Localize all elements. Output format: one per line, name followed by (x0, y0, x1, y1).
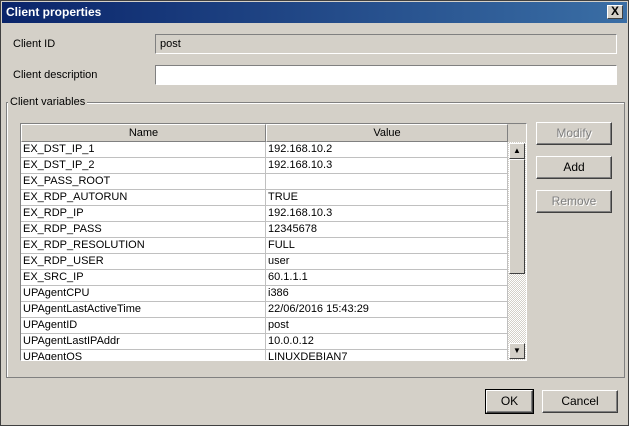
table-header: Name Value (21, 124, 508, 142)
table-row[interactable]: UPAgentCPU i386 (21, 286, 508, 302)
table-row[interactable]: UPAgentLastActiveTime 22/06/2016 15:43:29 (21, 302, 508, 318)
cancel-button[interactable]: Cancel (542, 390, 618, 413)
variable-name-cell: EX_RDP_RESOLUTION (21, 238, 266, 254)
scroll-down-icon[interactable]: ▼ (509, 343, 525, 359)
variable-name-cell: EX_DST_IP_1 (21, 142, 266, 158)
client-id-field: post (155, 34, 617, 54)
variable-value-cell: LINUXDEBIAN7 (266, 350, 508, 360)
table-row[interactable]: EX_RDP_RESOLUTION FULL (21, 238, 508, 254)
column-header-value[interactable]: Value (266, 124, 508, 142)
table-row[interactable]: EX_SRC_IP 60.1.1.1 (21, 270, 508, 286)
variable-name-cell: UPAgentLastIPAddr (21, 334, 266, 350)
table-row[interactable]: EX_RDP_PASS 12345678 (21, 222, 508, 238)
variable-name-cell: UPAgentLastActiveTime (21, 302, 266, 318)
client-description-input[interactable] (155, 65, 617, 85)
variable-name-cell: EX_PASS_ROOT (21, 174, 266, 190)
table-row[interactable]: UPAgentLastIPAddr 10.0.0.12 (21, 334, 508, 350)
vertical-scrollbar[interactable]: ▲ ▼ (508, 124, 526, 360)
remove-button[interactable]: Remove (536, 190, 612, 213)
variable-value-cell: 10.0.0.12 (266, 334, 508, 350)
title-bar: Client properties X (2, 2, 627, 23)
variable-name-cell: UPAgentCPU (21, 286, 266, 302)
variables-table: Name Value EX_DST_IP_1 192.168.10.2 EX_DST… (20, 123, 527, 361)
variable-value-cell: 192.168.10.2 (266, 142, 508, 158)
variable-name-cell: EX_RDP_PASS (21, 222, 266, 238)
modify-button[interactable]: Modify (536, 122, 612, 145)
scrollbar-header-pad (508, 124, 526, 142)
table-row[interactable]: EX_RDP_IP 192.168.10.3 (21, 206, 508, 222)
table-row[interactable]: EX_DST_IP_2 192.168.10.3 (21, 158, 508, 174)
add-button[interactable]: Add (536, 156, 612, 179)
variable-value-cell: FULL (266, 238, 508, 254)
window-title: Client properties (6, 5, 102, 19)
variable-name-cell: EX_RDP_USER (21, 254, 266, 270)
variable-value-cell: 192.168.10.3 (266, 206, 508, 222)
variable-value-cell: user (266, 254, 508, 270)
variable-name-cell: EX_SRC_IP (21, 270, 266, 286)
table-row[interactable]: EX_PASS_ROOT (21, 174, 508, 190)
client-properties-dialog: Client properties X Client ID post Clien… (0, 0, 629, 426)
table-row[interactable]: UPAgentOS LINUXDEBIAN7 (21, 350, 508, 360)
variable-value-cell: 192.168.10.3 (266, 158, 508, 174)
client-description-label: Client description (13, 69, 98, 81)
ok-button[interactable]: OK (485, 389, 534, 414)
variable-value-cell (266, 174, 508, 190)
client-id-label: Client ID (13, 38, 56, 50)
table-row[interactable]: EX_DST_IP_1 192.168.10.2 (21, 142, 508, 158)
variable-name-cell: UPAgentID (21, 318, 266, 334)
table-row[interactable]: EX_RDP_USER user (21, 254, 508, 270)
table-row[interactable]: UPAgentID post (21, 318, 508, 334)
variable-value-cell: 60.1.1.1 (266, 270, 508, 286)
variable-value-cell: 22/06/2016 15:43:29 (266, 302, 508, 318)
variable-name-cell: EX_RDP_IP (21, 206, 266, 222)
column-header-name[interactable]: Name (21, 124, 266, 142)
scrollbar-thumb[interactable] (509, 159, 525, 274)
variable-value-cell: TRUE (266, 190, 508, 206)
variable-value-cell: 12345678 (266, 222, 508, 238)
variable-name-cell: EX_DST_IP_2 (21, 158, 266, 174)
variable-value-cell: i386 (266, 286, 508, 302)
client-variables-label: Client variables (8, 96, 88, 108)
table-row[interactable]: EX_RDP_AUTORUN TRUE (21, 190, 508, 206)
table-body: EX_DST_IP_1 192.168.10.2 EX_DST_IP_2 192.16… (21, 142, 508, 360)
scroll-up-icon[interactable]: ▲ (509, 143, 525, 159)
variable-name-cell: UPAgentOS (21, 350, 266, 360)
variable-value-cell: post (266, 318, 508, 334)
variable-name-cell: EX_RDP_AUTORUN (21, 190, 266, 206)
close-icon[interactable]: X (607, 5, 623, 19)
